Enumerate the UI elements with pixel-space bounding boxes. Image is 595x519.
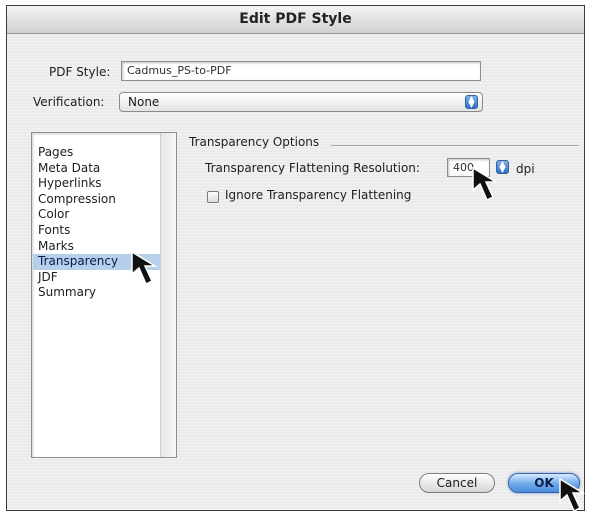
cancel-button[interactable]: Cancel [419,473,495,493]
ignore-flattening-checkbox[interactable] [207,191,219,203]
title-bar: Edit PDF Style [7,6,584,34]
section-list[interactable]: Pages Meta Data Hyperlinks Compression Color… [31,132,177,458]
up-down-arrows-icon: ▲ ▼ [465,95,478,109]
verification-value: None [128,95,160,109]
transparency-group-title: Transparency Options [189,135,320,149]
list-scrollbar[interactable] [160,133,176,457]
group-divider [331,145,579,146]
sidebar-item-color[interactable]: Color [33,207,161,223]
mouse-pointer-icon [472,166,499,202]
sidebar-item-fonts[interactable]: Fonts [33,223,161,239]
sidebar-item-compression[interactable]: Compression [33,192,161,208]
verification-popup[interactable]: None ▲ ▼ [119,92,483,112]
sidebar-item-pages[interactable]: Pages [33,145,161,161]
flattening-resolution-label: Transparency Flattening Resolution: [205,161,420,175]
ignore-flattening-label: Ignore Transparency Flattening [225,188,412,202]
sidebar-item-hyperlinks[interactable]: Hyperlinks [33,176,161,192]
mouse-pointer-icon [559,477,586,513]
pdf-style-label: PDF Style: [49,65,111,79]
resolution-unit-label: dpi [516,162,535,176]
mouse-pointer-icon [131,250,158,286]
dialog-title: Edit PDF Style [239,11,352,27]
edit-pdf-style-dialog: Edit PDF Style PDF Style: Cadmus_PS-to-P… [6,5,585,511]
pdf-style-input[interactable]: Cadmus_PS-to-PDF [121,61,481,81]
verification-label: Verification: [33,95,105,109]
sidebar-item-meta-data[interactable]: Meta Data [33,161,161,177]
